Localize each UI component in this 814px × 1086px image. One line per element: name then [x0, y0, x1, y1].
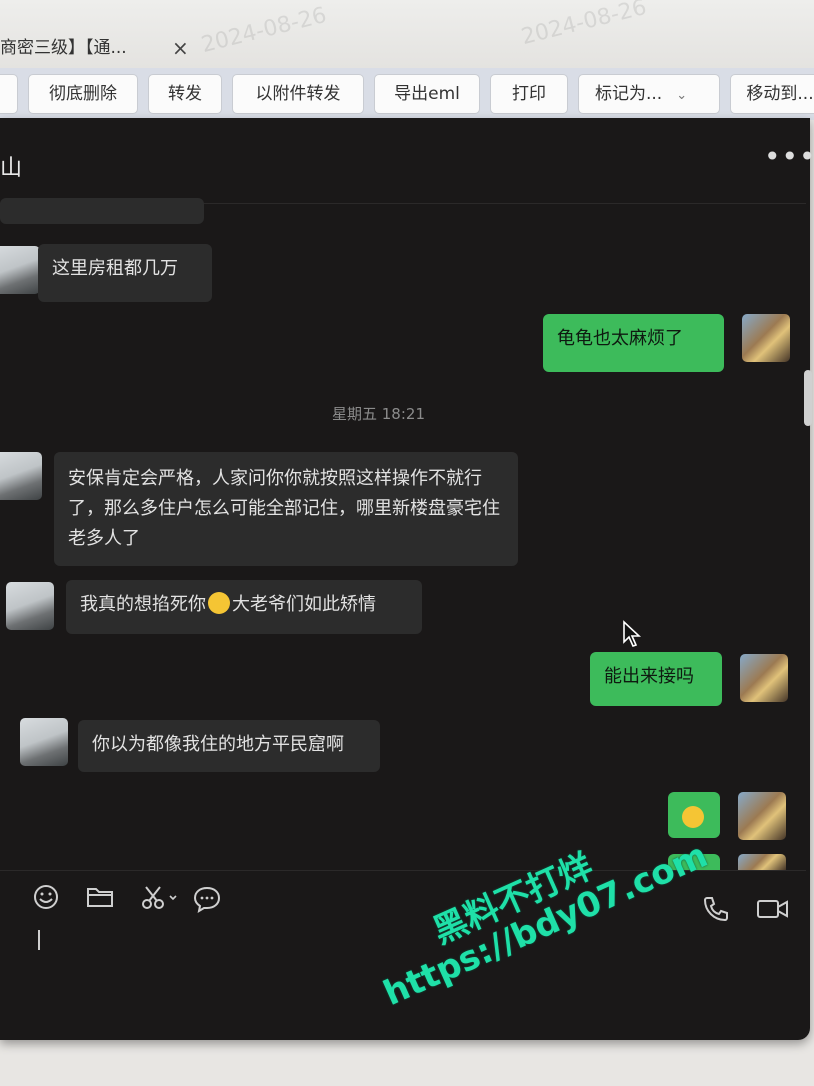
more-options-icon[interactable]: ••• [764, 140, 814, 173]
avatar[interactable] [0, 246, 40, 294]
avatar[interactable] [6, 582, 54, 630]
message-bubble: 我真的想掐死你 大老爷们如此矫情 [66, 580, 422, 634]
avatar[interactable] [738, 792, 786, 840]
avatar-partial [738, 854, 786, 870]
face-with-hand-over-mouth-emoji-icon [208, 592, 230, 614]
delete-permanently-button[interactable]: 彻底删除 [28, 74, 138, 114]
message-bubble: 安保肯定会严格，人家问你你就按照这样操作不就行了，那么多住户怎么可能全部记住，哪… [54, 452, 518, 566]
close-icon[interactable]: × [172, 36, 189, 60]
message-input-caret[interactable] [38, 930, 40, 950]
avatar[interactable] [742, 314, 790, 362]
scrollbar-thumb[interactable] [804, 370, 812, 426]
move-to-button[interactable]: 移动到... [730, 74, 814, 114]
my-message-bubble: 能出来接吗 [590, 652, 722, 706]
folder-icon[interactable] [86, 885, 114, 909]
avatar[interactable] [0, 452, 42, 500]
tab-title: 商密三级】【通... [0, 38, 127, 58]
flushed-face-emoji-icon [682, 806, 704, 828]
avatar[interactable] [740, 654, 788, 702]
message-bubble: 你以为都像我住的地方平民窟啊 [78, 720, 380, 772]
message-text: 我真的想掐死你 [80, 594, 206, 615]
print-button[interactable]: 打印 [490, 74, 568, 114]
browser-tab-bar: 商密三级】【通... × 2024-08-26 2024-08-26 [0, 0, 814, 68]
avatar[interactable] [20, 718, 68, 766]
forward-button[interactable]: 转发 [148, 74, 222, 114]
chat-icon[interactable] [192, 885, 222, 913]
my-message-bubble: 龟龟也太麻烦了 [543, 314, 724, 372]
browser-tab[interactable]: 商密三级】【通... [0, 28, 200, 68]
mouse-cursor-icon [623, 620, 642, 647]
chevron-down-icon: ⌄ [676, 88, 688, 103]
message-bubble: 这里房租都几万 [38, 244, 212, 302]
video-icon[interactable] [756, 896, 790, 922]
mark-as-dropdown[interactable]: 标记为... ⌄ [578, 74, 720, 114]
export-eml-button[interactable]: 导出eml [374, 74, 480, 114]
message-text: 大老爷们如此矫情 [232, 594, 376, 615]
faint-watermark: 2024-08-26 [518, 0, 649, 51]
my-message-bubble [668, 792, 720, 838]
timestamp: 星期五 18:21 [332, 405, 425, 423]
message-bubble-partial [0, 198, 204, 224]
chat-title: 山 [0, 156, 23, 181]
mark-as-label: 标记为... [595, 84, 663, 104]
emoji-icon[interactable] [32, 883, 60, 911]
toolbar-button-partial[interactable] [0, 74, 18, 114]
forward-as-attachment-button[interactable]: 以附件转发 [232, 74, 364, 114]
faint-watermark: 2024-08-26 [198, 2, 329, 59]
phone-icon[interactable] [700, 894, 730, 924]
scissors-icon[interactable] [140, 884, 180, 912]
